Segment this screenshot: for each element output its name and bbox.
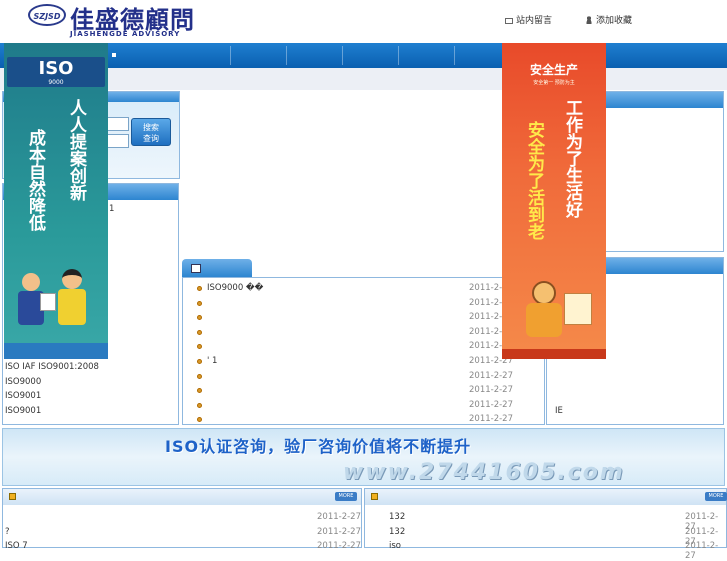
search-input[interactable] [105,117,129,131]
news-item-date: 2011-2-27 [469,414,513,425]
arrow-icon [9,493,16,500]
logo-english-name: JIASHENGDE ADVISORY [70,30,181,38]
left-list-item[interactable]: ISO IAF ISO9001:2008 [5,362,99,372]
bullet-icon [197,359,202,364]
list-item-date: 2011-2-27 [317,541,361,551]
arrow-icon [371,493,378,500]
left-list-partial-text: 1 [109,204,115,214]
add-favorite-link[interactable]: 添加收藏 [585,13,632,26]
bullet-icon [197,344,202,350]
iso-badge-text: ISO [38,58,74,79]
right-banner-line1: 工作为了生活好 [562,99,582,218]
logo-mark: SZJSD [28,4,66,26]
message-link[interactable]: 站内留言 [505,13,552,26]
bullet-icon [197,286,202,291]
right-floating-banner[interactable]: 安全生产 安全第一 预防为主 工作为了生活好 安全为了活到老 [502,43,606,359]
add-favorite-label: 添加收藏 [596,16,633,26]
nav-separator [398,46,399,65]
list-item-date: 2011-2-27 [317,512,361,522]
right-banner-footer [502,349,606,359]
main-nav-bar [0,43,727,68]
message-link-label: 站内留言 [516,16,553,26]
news-item-date: 2011-2-27 [469,399,513,410]
search-button[interactable]: 搜索 查询 [131,118,171,146]
bullet-icon [197,315,202,321]
user-icon [585,16,593,24]
bullet-icon [197,417,202,423]
news-icon [191,264,201,273]
nav-separator [286,46,287,65]
more-button[interactable]: MORE [335,492,357,501]
bullet-icon [197,388,202,394]
nav-separator [454,46,455,65]
news-item-title[interactable]: ISO9000 �� [207,283,263,293]
left-banner-line2: 成本自然降低 [25,129,45,231]
slogan-url: www.27441605.com [343,460,625,485]
list-item-title[interactable]: 132 [389,527,405,537]
left-list-item[interactable]: ISO9001 [5,391,41,401]
search-button-label-2: 查询 [143,134,159,143]
left-list-item[interactable]: ISO9001 [5,406,41,416]
nav-separator [230,46,231,65]
left-banner-footer [4,343,108,359]
bottom-right-box: MORE 132 2011-2-27 132 2011-2-27 iso 2011-2-2… [364,488,727,561]
list-item-title[interactable]: ? [5,527,10,537]
bullet-icon [197,329,202,335]
right-banner-subtitle: 安全第一 预防为主 [533,80,575,86]
nav-separator [342,46,343,65]
news-box: ISO9000 �� 2011-2-27 2011-2-27 2011-2-27 201… [182,277,545,425]
news-item-date: 2011-2-27 [469,385,513,396]
list-item-title[interactable]: 132 [389,512,405,522]
bullet-icon [197,402,202,408]
site-logo[interactable]: SZJSD 佳盛德顧問 JIASHENGDE ADVISORY [24,0,196,42]
left-list-item[interactable]: ISO9000 [5,377,41,387]
list-item-date: 2011-2-27 [685,541,719,561]
right-banner-title: 安全生产 [529,63,578,77]
left-banner-line1: 人人提案创新 [66,99,86,201]
bottom-right-header: MORE [365,489,727,505]
bottom-left-header: MORE [3,489,361,505]
cartoon-workers-illustration [14,263,98,343]
bottom-left-box: MORE 2011-2-27? 2011-2-27 ISO 7 2011-2-27 [2,488,362,551]
right-banner-line2: 安全为了活到老 [524,121,544,240]
search-button-label: 搜索 [143,123,159,132]
left-floating-banner[interactable]: ISO 9000 人人提案创新 成本自然降低 [4,43,108,359]
slogan-text: ISO认证咨询，验厂咨询价值将不断提升 [165,437,472,456]
news-item-title[interactable]: ' 1 [207,356,217,366]
list-item-date: 2011-2-27 [317,526,361,537]
news-tab[interactable] [182,259,252,277]
iso-badge: ISO 9000 [7,57,105,87]
slogan-banner[interactable]: ISO认证咨询，验厂咨询价值将不断提升 www.27441605.com [2,428,725,486]
bullet-icon [197,300,202,306]
list-item-title[interactable]: ISO 7 [5,541,28,551]
bullet-icon [197,373,202,379]
nav-dot [112,53,116,57]
list-item-title[interactable]: iso [389,541,401,551]
right-box-text: IE [555,406,563,416]
search-category-select[interactable] [105,134,129,148]
more-button[interactable]: MORE [705,492,727,501]
mail-icon [505,18,513,24]
cartoon-safety-illustration [518,275,598,345]
sub-nav-bar [0,68,727,90]
news-item-date: 2011-2-27 [469,370,513,381]
iso-badge-sub: 9000 [48,79,64,86]
